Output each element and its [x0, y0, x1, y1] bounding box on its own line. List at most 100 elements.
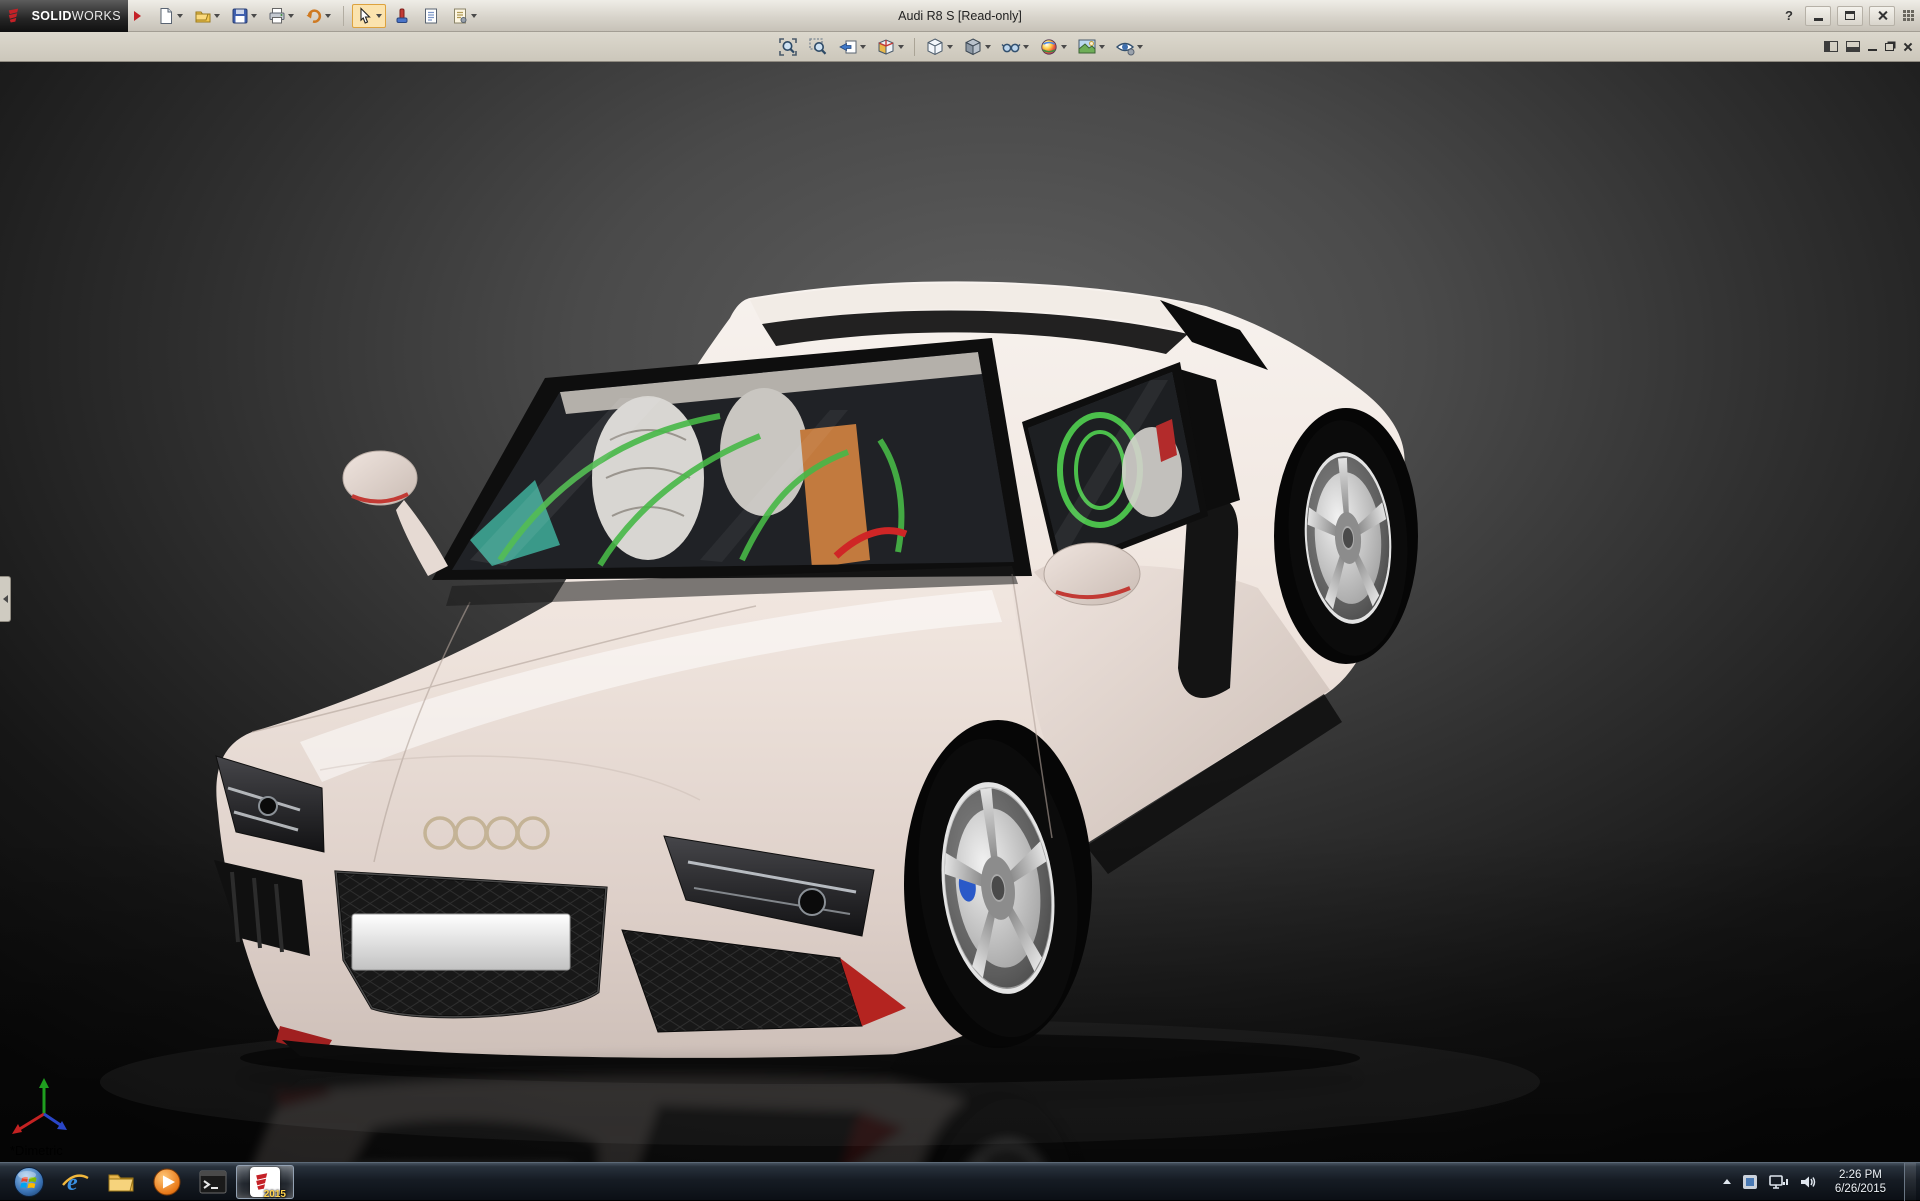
dropdown-caret-icon: [947, 45, 953, 49]
dropdown-caret-icon: [1137, 45, 1143, 49]
dropdown-caret-icon: [1023, 45, 1029, 49]
system-tray: 2:26 PM 6/26/2015: [1723, 1163, 1920, 1200]
dropdown-caret-icon: [898, 45, 904, 49]
new-document-icon: [157, 7, 175, 25]
show-hidden-icons-button[interactable]: [1723, 1179, 1731, 1184]
help-button[interactable]: ?: [1779, 8, 1799, 23]
media-player-icon: [152, 1167, 182, 1197]
apply-scene-button[interactable]: [1074, 35, 1108, 59]
taskbar-item-solidworks[interactable]: 2015: [236, 1165, 294, 1199]
command-prompt-icon: [198, 1167, 228, 1197]
undo-button[interactable]: [301, 4, 335, 28]
car-side-blade: [1178, 496, 1238, 698]
folder-icon: [106, 1167, 136, 1197]
toolbar-separator: [914, 38, 915, 56]
file-properties-button[interactable]: [418, 4, 444, 28]
zoom-to-fit-icon: [778, 37, 798, 57]
taskbar-item-media-player[interactable]: [144, 1165, 190, 1199]
dropdown-caret-icon: [1099, 45, 1105, 49]
zoom-to-area-button[interactable]: [805, 35, 831, 59]
previous-view-icon: [838, 37, 858, 57]
selection-filter-button[interactable]: [389, 4, 415, 28]
section-view-icon: [876, 37, 896, 57]
orientation-triad-icon: [12, 1078, 67, 1134]
close-button[interactable]: [1869, 6, 1895, 26]
svg-text:e: e: [67, 1170, 78, 1196]
toolbar-separator: [343, 6, 344, 26]
left-mirror: [343, 451, 448, 576]
brand-text: SOLIDWORKS: [32, 9, 121, 23]
undo-icon: [305, 7, 323, 25]
graphics-viewport[interactable]: *Dimetric: [0, 62, 1920, 1162]
document-window-controls: [1824, 41, 1920, 52]
pane-layout-left-icon[interactable]: [1824, 41, 1838, 52]
view-orientation-icon: [925, 37, 945, 57]
solidworks-year-badge: 2015: [264, 1189, 286, 1200]
open-document-button[interactable]: [190, 4, 224, 28]
taskbar-item-explorer[interactable]: [98, 1165, 144, 1199]
select-cursor-icon: [356, 7, 374, 25]
solidworks-logo-icon: [7, 7, 26, 25]
options-icon: [451, 7, 469, 25]
heads-up-toolbar: [0, 35, 1920, 59]
pane-layout-bottom-icon[interactable]: [1846, 41, 1860, 52]
view-orientation-button[interactable]: [922, 35, 956, 59]
volume-icon[interactable]: [1799, 1173, 1817, 1191]
view-orientation-label: *Dimetric: [10, 1143, 63, 1158]
tray-app-icon[interactable]: [1741, 1173, 1759, 1191]
file-properties-icon: [422, 7, 440, 25]
previous-view-button[interactable]: [835, 35, 869, 59]
heads-up-toolbar-bar: [0, 32, 1920, 62]
feature-manager-collapse-tab[interactable]: [0, 576, 11, 622]
edit-appearance-button[interactable]: [1036, 35, 1070, 59]
document-restore-icon[interactable]: [1885, 43, 1894, 51]
taskbar-item-internet-explorer[interactable]: e: [52, 1165, 98, 1199]
car-model[interactable]: [214, 281, 1418, 1084]
start-orb-icon: [13, 1166, 45, 1198]
print-icon: [268, 7, 286, 25]
start-button[interactable]: [6, 1165, 52, 1199]
main-toolbar: [153, 4, 481, 28]
dropdown-caret-icon: [471, 14, 477, 18]
minimize-button[interactable]: [1805, 6, 1831, 26]
dropdown-caret-icon: [860, 45, 866, 49]
options-button[interactable]: [447, 4, 481, 28]
dropdown-caret-icon: [214, 14, 220, 18]
dropdown-caret-icon: [1061, 45, 1067, 49]
clock-time: 2:26 PM: [1839, 1168, 1882, 1182]
title-bar: SOLIDWORKS: [0, 0, 1920, 32]
view-settings-button[interactable]: [1112, 35, 1146, 59]
zoom-to-fit-button[interactable]: [775, 35, 801, 59]
save-button[interactable]: [227, 4, 261, 28]
document-minimize-icon[interactable]: [1868, 49, 1877, 52]
taskbar-item-command-prompt[interactable]: [190, 1165, 236, 1199]
windows-taskbar: e: [0, 1162, 1920, 1200]
maximize-button[interactable]: [1837, 6, 1863, 26]
hide-show-items-button[interactable]: [998, 35, 1032, 59]
dropdown-caret-icon: [288, 14, 294, 18]
layout-grid-icon[interactable]: [1903, 10, 1914, 21]
apply-scene-icon: [1077, 37, 1097, 57]
viewport-3d-scene[interactable]: [0, 62, 1920, 1162]
section-view-button[interactable]: [873, 35, 907, 59]
save-icon: [231, 7, 249, 25]
taskbar-clock[interactable]: 2:26 PM 6/26/2015: [1827, 1168, 1894, 1196]
new-document-button[interactable]: [153, 4, 187, 28]
license-plate: [352, 914, 570, 970]
internet-explorer-icon: e: [60, 1167, 90, 1197]
edit-appearance-icon: [1039, 37, 1059, 57]
solidworks-app-icon: 2015: [250, 1167, 280, 1197]
dropdown-caret-icon: [376, 14, 382, 18]
network-icon[interactable]: [1769, 1173, 1789, 1191]
show-desktop-button[interactable]: [1904, 1163, 1916, 1201]
menu-expand-arrow-icon[interactable]: [134, 11, 141, 21]
document-close-icon[interactable]: [1902, 42, 1912, 52]
select-cursor-button[interactable]: [352, 4, 386, 28]
dropdown-caret-icon: [325, 14, 331, 18]
collapse-arrow-icon: [3, 595, 8, 603]
window-controls: ?: [1779, 6, 1920, 26]
solidworks-logo: SOLIDWORKS: [0, 0, 128, 32]
display-style-button[interactable]: [960, 35, 994, 59]
print-button[interactable]: [264, 4, 298, 28]
dropdown-caret-icon: [251, 14, 257, 18]
